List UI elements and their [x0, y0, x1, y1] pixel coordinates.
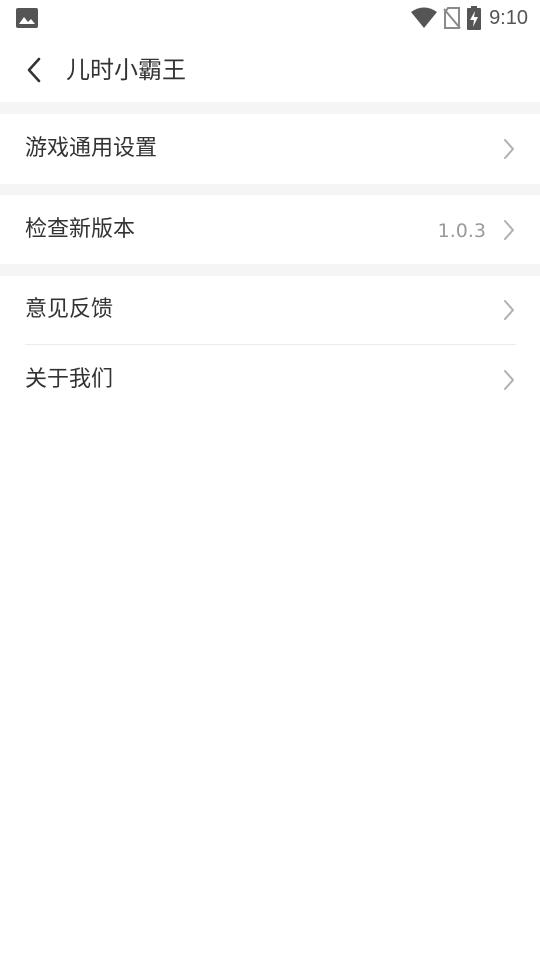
chevron-right-icon: [504, 139, 514, 159]
no-sim-icon: [443, 7, 461, 29]
status-time: 9:10: [489, 6, 528, 29]
game-settings-item[interactable]: 游戏通用设置: [0, 114, 540, 184]
chevron-right-icon: [504, 220, 514, 240]
feedback-label: 意见反馈: [25, 297, 114, 322]
feedback-item[interactable]: 意见反馈: [0, 276, 540, 344]
about-label: 关于我们: [25, 367, 114, 392]
section-gap: [0, 102, 540, 114]
status-icons: 9:10: [405, 4, 528, 32]
game-settings-label: 游戏通用设置: [25, 136, 158, 161]
image-icon: [16, 8, 38, 28]
status-bar: 9:10: [0, 0, 540, 36]
chevron-left-icon: [27, 57, 41, 83]
chevron-right-icon: [504, 370, 514, 390]
section-gap: [0, 184, 540, 195]
battery-charging-icon: [467, 6, 482, 30]
back-button[interactable]: [14, 50, 54, 90]
check-update-item[interactable]: 检查新版本 1.0.3: [0, 195, 540, 264]
wifi-icon: [411, 7, 438, 28]
section-gap: [0, 264, 540, 276]
version-value: 1.0.3: [437, 220, 486, 242]
page-title: 儿时小霸王: [66, 56, 186, 84]
app-bar: 儿时小霸王: [0, 36, 540, 102]
check-update-label: 检查新版本: [25, 217, 136, 242]
about-item[interactable]: 关于我们: [0, 345, 540, 415]
chevron-right-icon: [504, 300, 514, 320]
